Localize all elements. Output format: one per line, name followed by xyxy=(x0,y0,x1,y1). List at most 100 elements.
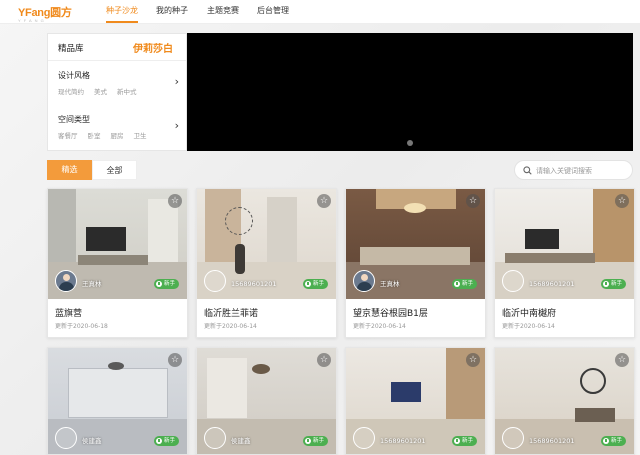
badge-icon xyxy=(304,281,311,287)
favorite-star-icon[interactable]: ☆ xyxy=(615,353,629,367)
badge-icon xyxy=(602,438,609,444)
search-box[interactable] xyxy=(514,160,633,180)
badge-icon xyxy=(304,438,311,444)
badge-label: 新手 xyxy=(312,438,324,444)
badge-new: 新手 xyxy=(451,436,477,446)
card-date: 更新于2020-06-18 xyxy=(55,323,108,330)
category-title: 设计风格 xyxy=(58,71,90,80)
avatar xyxy=(204,427,226,449)
design-card[interactable]: ☆ 侯建鑫 新手 xyxy=(47,347,188,455)
library-header: 精品库 伊莉莎白 xyxy=(48,34,186,61)
badge-label: 新手 xyxy=(312,281,324,287)
library-brand[interactable]: 伊莉莎白 xyxy=(133,40,173,55)
favorite-star-icon[interactable]: ☆ xyxy=(168,353,182,367)
banner-carousel[interactable] xyxy=(187,33,633,151)
badge-label: 新手 xyxy=(610,281,622,287)
category-tags: 客餐厅 卧室 厨房 卫生 xyxy=(58,130,147,140)
author-name: 15689601201 xyxy=(529,437,575,445)
search-input[interactable] xyxy=(536,164,630,177)
badge-label: 新手 xyxy=(461,438,473,444)
tag-item[interactable]: 厨房 xyxy=(111,130,124,140)
nav-theme-contest[interactable]: 主题竞赛 xyxy=(207,0,239,24)
badge-new: 新手 xyxy=(451,279,477,289)
favorite-star-icon[interactable]: ☆ xyxy=(466,353,480,367)
badge-label: 新手 xyxy=(461,281,473,287)
card-render-image: ☆ 王真林 新手 xyxy=(346,189,485,299)
category-tags: 现代简约 美式 新中式 xyxy=(58,86,137,96)
card-render-image: ☆ 王真林 新手 xyxy=(48,189,187,299)
card-title: 蓝旗营 xyxy=(55,309,83,319)
top-navigation-bar: YFang圆方 Y F A N G 种子沙龙 我的种子 主题竞赛 后台管理 xyxy=(0,0,640,24)
design-card[interactable]: ☆ 15689601201 新手 临沂中南樾府 更新于2020-06-14 xyxy=(494,188,635,338)
tag-item[interactable]: 客餐厅 xyxy=(58,130,78,140)
favorite-star-icon[interactable]: ☆ xyxy=(317,194,331,208)
category-title: 空间类型 xyxy=(58,115,90,124)
author-name: 15689601201 xyxy=(529,280,575,288)
badge-icon xyxy=(155,281,162,287)
design-card[interactable]: ☆ 侯建鑫 新手 xyxy=(196,347,337,455)
brand-logo[interactable]: YFang圆方 Y F A N G xyxy=(18,4,72,23)
nav-item-theme-contest[interactable]: 主题竞赛 xyxy=(207,0,239,24)
active-nav-indicator xyxy=(106,21,138,23)
design-card[interactable]: ☆ 王真林 新手 蓝旗营 更新于2020-06-18 xyxy=(47,188,188,338)
avatar xyxy=(353,427,375,449)
tag-item[interactable]: 卫生 xyxy=(134,130,147,140)
chevron-right-icon: › xyxy=(174,75,179,88)
badge-new: 新手 xyxy=(153,279,179,289)
library-panel: 精品库 伊莉莎白 设计风格 现代简约 美式 新中式 › 空间类型 客餐厅 卧室 … xyxy=(47,33,187,151)
badge-icon xyxy=(453,281,460,287)
badge-icon xyxy=(453,438,460,444)
avatar xyxy=(502,427,524,449)
card-title: 望京慧谷根园B1层 xyxy=(353,309,428,319)
badge-new: 新手 xyxy=(302,436,328,446)
tag-item[interactable]: 现代简约 xyxy=(58,86,84,96)
badge-icon xyxy=(155,438,162,444)
tag-item[interactable]: 卧室 xyxy=(88,130,101,140)
nav-my-seeds[interactable]: 我的种子 xyxy=(156,0,188,24)
chevron-right-icon: › xyxy=(174,119,179,132)
author-name: 侯建鑫 xyxy=(82,437,102,445)
library-title: 精品库 xyxy=(58,44,84,54)
avatar xyxy=(204,270,226,292)
nav-item-admin[interactable]: 后台管理 xyxy=(257,0,289,24)
avatar xyxy=(353,270,375,292)
favorite-star-icon[interactable]: ☆ xyxy=(317,353,331,367)
tab-selected[interactable]: 精选 xyxy=(47,160,92,180)
badge-new: 新手 xyxy=(153,436,179,446)
design-card[interactable]: ☆ 15689601201 新手 临沂胜兰菲诺 更新于2020-06-14 xyxy=(196,188,337,338)
design-card[interactable]: ☆ 王真林 新手 望京慧谷根园B1层 更新于2020-06-14 xyxy=(345,188,486,338)
nav-admin[interactable]: 后台管理 xyxy=(257,0,289,24)
author-name: 15689601201 xyxy=(231,280,277,288)
tab-all[interactable]: 全部 xyxy=(92,160,137,180)
card-render-image: ☆ 侯建鑫 新手 xyxy=(197,348,336,454)
card-date: 更新于2020-06-14 xyxy=(502,323,555,330)
favorite-star-icon[interactable]: ☆ xyxy=(615,194,629,208)
card-render-image: ☆ 侯建鑫 新手 xyxy=(48,348,187,454)
design-card[interactable]: ☆ 15689601201 新手 xyxy=(494,347,635,455)
card-title: 临沂胜兰菲诺 xyxy=(204,309,259,319)
card-render-image: ☆ 15689601201 新手 xyxy=(197,189,336,299)
badge-label: 新手 xyxy=(610,438,622,444)
author-name: 王真林 xyxy=(82,280,102,288)
category-space-type[interactable]: 空间类型 客餐厅 卧室 厨房 卫生 › xyxy=(48,114,188,156)
card-title: 临沂中南樾府 xyxy=(502,309,557,319)
tag-item[interactable]: 美式 xyxy=(94,86,107,96)
avatar xyxy=(55,270,77,292)
design-card[interactable]: ☆ 15689601201 新手 xyxy=(345,347,486,455)
card-date: 更新于2020-06-14 xyxy=(204,323,257,330)
badge-new: 新手 xyxy=(600,436,626,446)
tag-item[interactable]: 新中式 xyxy=(117,86,137,96)
logo-cn: 圆方 xyxy=(50,7,72,19)
favorite-star-icon[interactable]: ☆ xyxy=(168,194,182,208)
author-name: 侯建鑫 xyxy=(231,437,251,445)
search-icon xyxy=(523,166,532,175)
nav-item-my-seeds[interactable]: 我的种子 xyxy=(156,0,188,24)
carousel-dot[interactable] xyxy=(407,140,413,146)
author-name: 15689601201 xyxy=(380,437,426,445)
favorite-star-icon[interactable]: ☆ xyxy=(466,194,480,208)
badge-label: 新手 xyxy=(163,281,175,287)
card-date: 更新于2020-06-14 xyxy=(353,323,406,330)
author-name: 王真林 xyxy=(380,280,400,288)
category-design-style[interactable]: 设计风格 现代简约 美式 新中式 › xyxy=(48,70,188,112)
badge-new: 新手 xyxy=(600,279,626,289)
